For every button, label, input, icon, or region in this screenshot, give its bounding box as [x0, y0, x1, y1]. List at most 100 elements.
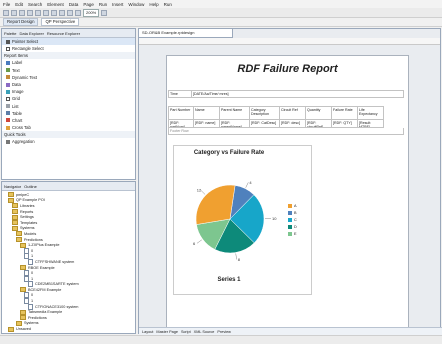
section-report-items[interactable]: Report Items	[2, 52, 135, 59]
table-detail-cell[interactable]: [RDF: name]	[194, 120, 220, 128]
tree-item-label: 0	[31, 293, 33, 297]
view-icon[interactable]	[101, 10, 107, 16]
table-header-cell[interactable]: Part Number	[168, 106, 194, 120]
folder-icon	[20, 315, 26, 320]
grid-icon	[6, 97, 10, 101]
tab-navigator[interactable]: Navigator	[4, 184, 21, 189]
time-label[interactable]: Time	[168, 90, 192, 98]
menu-item-file[interactable]: File	[3, 2, 10, 7]
copy-icon[interactable]	[51, 10, 57, 16]
menu-item-run[interactable]: Run	[164, 2, 172, 7]
menu-item-element[interactable]: Element	[47, 2, 64, 7]
tree-item-label: Systems	[24, 321, 39, 325]
menu-item-window[interactable]: Window	[128, 2, 144, 7]
list-icon	[6, 104, 10, 108]
table-header-cell[interactable]: Failure Rate	[332, 106, 358, 120]
table-header-cell[interactable]: Category Description	[250, 106, 280, 120]
legend-label: C	[294, 218, 297, 222]
palette-item-pointer[interactable]: Pointer Select	[2, 38, 135, 45]
menu-item-search[interactable]: Search	[28, 2, 42, 7]
palette-item-image[interactable]: Image	[2, 88, 135, 95]
tree-item-label: 1	[31, 299, 33, 303]
slice-value-label: 4	[249, 180, 252, 185]
folder-icon	[8, 327, 14, 332]
paste-icon[interactable]	[59, 10, 65, 16]
menu-item-data[interactable]: Data	[69, 2, 79, 7]
table-detail-cell[interactable]: [RDF: QTY]	[332, 120, 358, 128]
palette-tabs: Palette Data Explorer Resource Explorer	[2, 29, 135, 38]
cut-icon[interactable]	[43, 10, 49, 16]
tab-layout[interactable]: Layout	[142, 330, 153, 334]
table-header-cell[interactable]: Name	[194, 106, 220, 120]
palette-item-chart[interactable]: Chart	[2, 117, 135, 124]
palette-item-table[interactable]: Table	[2, 110, 135, 117]
legend-label: A	[294, 204, 297, 208]
legend-label: B	[294, 211, 297, 215]
table-detail-cell[interactable]: [RDF: parentName]	[220, 120, 250, 128]
perspective-bar: Report Design QP Perspective	[0, 18, 442, 27]
tree-item-label: Templates	[20, 221, 37, 225]
table-detail-cell[interactable]: [RDF: circuitRef]	[306, 120, 332, 128]
run-icon[interactable]	[67, 10, 73, 16]
table-detail-cell[interactable]: [RDF: CatDesc]	[250, 120, 280, 128]
legend-item: A	[288, 202, 297, 209]
perspective-report-design[interactable]: Report Design	[3, 18, 38, 26]
undo-icon[interactable]	[27, 10, 33, 16]
save-icon[interactable]	[11, 10, 17, 16]
pie-slice-a	[196, 185, 235, 225]
tab-data-explorer[interactable]: Data Explorer	[19, 31, 43, 36]
tree-item[interactable]: Unsaved	[2, 326, 135, 332]
table-header-cell[interactable]: Life Expectancy	[358, 106, 384, 120]
tab-xml-source[interactable]: XML Source	[194, 330, 215, 334]
palette-item-label[interactable]: Label	[2, 59, 135, 66]
palette-item-cross-tab[interactable]: Cross Tab	[2, 124, 135, 131]
table-detail-cell[interactable]: [Result: MTBF]	[358, 120, 384, 128]
palette-item-text[interactable]: Text	[2, 67, 135, 74]
horizontal-ruler	[139, 38, 440, 45]
navigator-tabs: Navigator Outline	[2, 182, 135, 191]
palette-item-dynamic-text[interactable]: Dynamic Text	[2, 74, 135, 81]
print-icon[interactable]	[19, 10, 25, 16]
project-tree: pmlpeCQP Example POILibrariesReportsSett…	[2, 191, 135, 332]
zoom-select[interactable]: 200%	[83, 9, 99, 17]
tab-master-page[interactable]: Master Page	[156, 330, 178, 334]
slice-leader-line	[236, 254, 237, 260]
tab-script[interactable]: Script	[181, 330, 191, 334]
palette-item-list[interactable]: List	[2, 103, 135, 110]
palette-item-data[interactable]: Data	[2, 81, 135, 88]
tree-item-label: Models	[24, 232, 36, 236]
editor-tab[interactable]: SD-OR&B Example.rptdesign	[139, 29, 233, 38]
table-footer-row[interactable]: Footer Row	[168, 128, 404, 135]
table-header-cell[interactable]: Quantity	[306, 106, 332, 120]
folder-icon	[8, 192, 14, 197]
slice-value-label: 12	[197, 188, 202, 193]
palette-item-aggregation[interactable]: Aggregation	[2, 138, 135, 145]
palette-item-rectangle[interactable]: Rectangle Select	[2, 45, 135, 52]
perspective-qp[interactable]: QP Perspective	[41, 18, 79, 26]
tab-resource-explorer[interactable]: Resource Explorer	[47, 31, 80, 36]
menu-item-help[interactable]: Help	[149, 2, 158, 7]
menu-item-insert[interactable]: Insert	[112, 2, 123, 7]
legend-item: C	[288, 216, 297, 223]
menu-item-run[interactable]: Run	[99, 2, 107, 7]
time-value[interactable]: [DATE/Aa/Time/ mres]	[192, 90, 404, 98]
preview-icon[interactable]	[75, 10, 81, 16]
palette-item-grid[interactable]: Grid	[2, 95, 135, 102]
tab-outline[interactable]: Outline	[24, 184, 37, 189]
table-detail-cell[interactable]: [RDF: partNum]	[168, 120, 194, 128]
legend-swatch	[288, 204, 292, 208]
report-title[interactable]: RDF Failure Report	[167, 63, 408, 75]
section-quick-tools[interactable]: Quick Tools	[2, 131, 135, 138]
redo-icon[interactable]	[35, 10, 41, 16]
folder-icon	[12, 226, 18, 231]
tab-palette[interactable]: Palette	[4, 31, 16, 36]
table-header-cell[interactable]: Circuit Ref	[280, 106, 306, 120]
menu-item-page[interactable]: Page	[83, 2, 94, 7]
tab-preview[interactable]: Preview	[217, 330, 231, 334]
menu-item-edit[interactable]: Edit	[15, 2, 23, 7]
table-detail-cell[interactable]: [RDF: desc]	[280, 120, 306, 128]
new-icon[interactable]	[3, 10, 9, 16]
table-header-cell[interactable]: Parent Name	[220, 106, 250, 120]
rectangle-select-icon	[6, 47, 10, 51]
chart-container[interactable]: Category vs Failure Rate 4108612 Series …	[173, 145, 312, 295]
